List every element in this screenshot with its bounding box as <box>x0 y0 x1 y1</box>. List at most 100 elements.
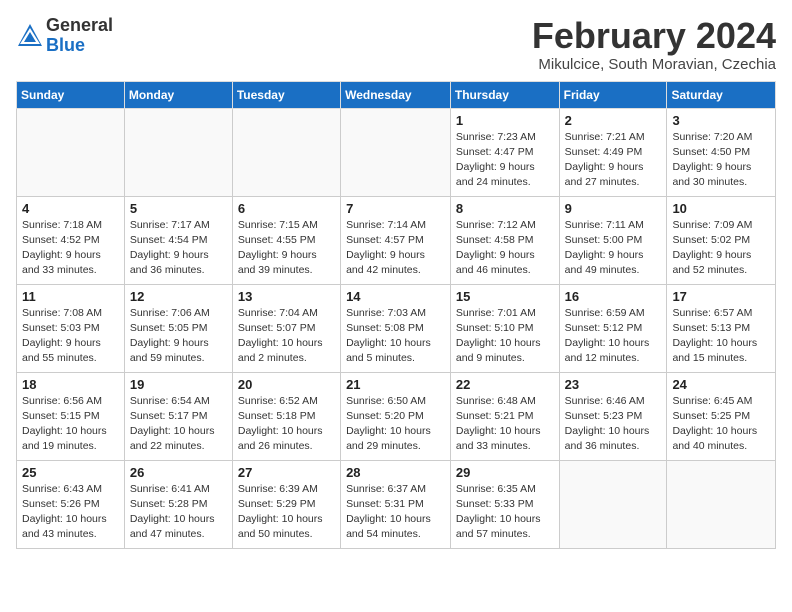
calendar-table: SundayMondayTuesdayWednesdayThursdayFrid… <box>16 81 776 549</box>
day-number: 20 <box>238 377 335 392</box>
day-cell: 12 Sunrise: 7:06 AM Sunset: 5:05 PM Dayli… <box>124 284 232 372</box>
day-cell: 6Sunrise: 7:15 AM Sunset: 4:55 PM Daylig… <box>232 196 340 284</box>
col-header-sunday: Sunday <box>17 81 125 108</box>
day-cell: 16 Sunrise: 6:59 AM Sunset: 5:12 PM Dayli… <box>559 284 667 372</box>
day-number: 26 <box>130 465 227 480</box>
day-cell: 27 Sunrise: 6:39 AM Sunset: 5:29 PM Dayli… <box>232 460 340 548</box>
logo-icon <box>16 22 44 50</box>
logo-blue-text: Blue <box>46 35 85 55</box>
day-detail: Sunrise: 7:23 AM Sunset: 4:47 PM Dayligh… <box>456 130 554 191</box>
day-cell <box>17 108 125 196</box>
day-detail: Sunrise: 6:39 AM Sunset: 5:29 PM Dayligh… <box>238 482 335 543</box>
day-cell <box>667 460 776 548</box>
day-number: 25 <box>22 465 119 480</box>
logo-general-text: General <box>46 15 113 35</box>
day-number: 5 <box>130 201 227 216</box>
day-detail: Sunrise: 7:11 AM Sunset: 5:00 PM Dayligh… <box>565 218 662 279</box>
day-cell <box>341 108 451 196</box>
col-header-friday: Friday <box>559 81 667 108</box>
day-number: 2 <box>565 113 662 128</box>
day-cell: 25Sunrise: 6:43 AM Sunset: 5:26 PM Dayli… <box>17 460 125 548</box>
day-cell: 9 Sunrise: 7:11 AM Sunset: 5:00 PM Daylig… <box>559 196 667 284</box>
day-number: 1 <box>456 113 554 128</box>
day-detail: Sunrise: 6:59 AM Sunset: 5:12 PM Dayligh… <box>565 306 662 367</box>
day-detail: Sunrise: 6:48 AM Sunset: 5:21 PM Dayligh… <box>456 394 554 455</box>
day-number: 8 <box>456 201 554 216</box>
day-cell: 1 Sunrise: 7:23 AM Sunset: 4:47 PM Daylig… <box>450 108 559 196</box>
day-number: 12 <box>130 289 227 304</box>
day-cell: 7Sunrise: 7:14 AM Sunset: 4:57 PM Daylig… <box>341 196 451 284</box>
day-cell: 21 Sunrise: 6:50 AM Sunset: 5:20 PM Dayli… <box>341 372 451 460</box>
day-detail: Sunrise: 6:57 AM Sunset: 5:13 PM Dayligh… <box>672 306 770 367</box>
day-number: 10 <box>672 201 770 216</box>
day-number: 19 <box>130 377 227 392</box>
day-cell: 15Sunrise: 7:01 AM Sunset: 5:10 PM Dayli… <box>450 284 559 372</box>
col-header-monday: Monday <box>124 81 232 108</box>
day-number: 21 <box>346 377 445 392</box>
day-number: 28 <box>346 465 445 480</box>
day-number: 13 <box>238 289 335 304</box>
day-detail: Sunrise: 7:14 AM Sunset: 4:57 PM Dayligh… <box>346 218 445 279</box>
day-detail: Sunrise: 6:46 AM Sunset: 5:23 PM Dayligh… <box>565 394 662 455</box>
day-number: 16 <box>565 289 662 304</box>
week-row-5: 25Sunrise: 6:43 AM Sunset: 5:26 PM Dayli… <box>17 460 776 548</box>
week-row-3: 11 Sunrise: 7:08 AM Sunset: 5:03 PM Dayli… <box>17 284 776 372</box>
day-cell: 23 Sunrise: 6:46 AM Sunset: 5:23 PM Dayli… <box>559 372 667 460</box>
day-detail: Sunrise: 7:20 AM Sunset: 4:50 PM Dayligh… <box>672 130 770 191</box>
day-detail: Sunrise: 7:04 AM Sunset: 5:07 PM Dayligh… <box>238 306 335 367</box>
day-detail: Sunrise: 7:17 AM Sunset: 4:54 PM Dayligh… <box>130 218 227 279</box>
day-cell: 5 Sunrise: 7:17 AM Sunset: 4:54 PM Daylig… <box>124 196 232 284</box>
day-detail: Sunrise: 6:37 AM Sunset: 5:31 PM Dayligh… <box>346 482 445 543</box>
day-detail: Sunrise: 6:56 AM Sunset: 5:15 PM Dayligh… <box>22 394 119 455</box>
day-cell: 14 Sunrise: 7:03 AM Sunset: 5:08 PM Dayli… <box>341 284 451 372</box>
day-cell: 10 Sunrise: 7:09 AM Sunset: 5:02 PM Dayli… <box>667 196 776 284</box>
day-number: 27 <box>238 465 335 480</box>
day-detail: Sunrise: 7:01 AM Sunset: 5:10 PM Dayligh… <box>456 306 554 367</box>
day-number: 4 <box>22 201 119 216</box>
day-number: 23 <box>565 377 662 392</box>
day-detail: Sunrise: 7:12 AM Sunset: 4:58 PM Dayligh… <box>456 218 554 279</box>
day-detail: Sunrise: 6:41 AM Sunset: 5:28 PM Dayligh… <box>130 482 227 543</box>
page-header: General Blue February 2024 Mikulcice, So… <box>16 16 776 73</box>
title-block: February 2024 Mikulcice, South Moravian,… <box>532 16 776 73</box>
day-cell <box>559 460 667 548</box>
day-number: 29 <box>456 465 554 480</box>
day-detail: Sunrise: 7:21 AM Sunset: 4:49 PM Dayligh… <box>565 130 662 191</box>
day-detail: Sunrise: 6:45 AM Sunset: 5:25 PM Dayligh… <box>672 394 770 455</box>
day-number: 9 <box>565 201 662 216</box>
day-number: 18 <box>22 377 119 392</box>
day-cell: 22 Sunrise: 6:48 AM Sunset: 5:21 PM Dayli… <box>450 372 559 460</box>
calendar-header-row: SundayMondayTuesdayWednesdayThursdayFrid… <box>17 81 776 108</box>
day-cell: 28 Sunrise: 6:37 AM Sunset: 5:31 PM Dayli… <box>341 460 451 548</box>
day-cell: 2 Sunrise: 7:21 AM Sunset: 4:49 PM Daylig… <box>559 108 667 196</box>
day-cell: 26 Sunrise: 6:41 AM Sunset: 5:28 PM Dayli… <box>124 460 232 548</box>
col-header-thursday: Thursday <box>450 81 559 108</box>
week-row-4: 18 Sunrise: 6:56 AM Sunset: 5:15 PM Dayli… <box>17 372 776 460</box>
day-number: 14 <box>346 289 445 304</box>
day-detail: Sunrise: 7:08 AM Sunset: 5:03 PM Dayligh… <box>22 306 119 367</box>
day-detail: Sunrise: 6:50 AM Sunset: 5:20 PM Dayligh… <box>346 394 445 455</box>
day-detail: Sunrise: 7:09 AM Sunset: 5:02 PM Dayligh… <box>672 218 770 279</box>
day-cell: 29Sunrise: 6:35 AM Sunset: 5:33 PM Dayli… <box>450 460 559 548</box>
day-detail: Sunrise: 7:18 AM Sunset: 4:52 PM Dayligh… <box>22 218 119 279</box>
day-cell <box>124 108 232 196</box>
day-cell: 8 Sunrise: 7:12 AM Sunset: 4:58 PM Daylig… <box>450 196 559 284</box>
day-detail: Sunrise: 7:03 AM Sunset: 5:08 PM Dayligh… <box>346 306 445 367</box>
day-number: 11 <box>22 289 119 304</box>
day-cell: 3 Sunrise: 7:20 AM Sunset: 4:50 PM Daylig… <box>667 108 776 196</box>
day-cell: 17 Sunrise: 6:57 AM Sunset: 5:13 PM Dayli… <box>667 284 776 372</box>
day-detail: Sunrise: 7:15 AM Sunset: 4:55 PM Dayligh… <box>238 218 335 279</box>
day-cell: 20 Sunrise: 6:52 AM Sunset: 5:18 PM Dayli… <box>232 372 340 460</box>
day-number: 17 <box>672 289 770 304</box>
week-row-2: 4 Sunrise: 7:18 AM Sunset: 4:52 PM Daylig… <box>17 196 776 284</box>
col-header-saturday: Saturday <box>667 81 776 108</box>
day-number: 3 <box>672 113 770 128</box>
day-detail: Sunrise: 6:52 AM Sunset: 5:18 PM Dayligh… <box>238 394 335 455</box>
day-detail: Sunrise: 7:06 AM Sunset: 5:05 PM Dayligh… <box>130 306 227 367</box>
logo: General Blue <box>16 16 113 56</box>
day-number: 22 <box>456 377 554 392</box>
day-cell: 13 Sunrise: 7:04 AM Sunset: 5:07 PM Dayli… <box>232 284 340 372</box>
day-detail: Sunrise: 6:54 AM Sunset: 5:17 PM Dayligh… <box>130 394 227 455</box>
col-header-tuesday: Tuesday <box>232 81 340 108</box>
day-cell: 19 Sunrise: 6:54 AM Sunset: 5:17 PM Dayli… <box>124 372 232 460</box>
